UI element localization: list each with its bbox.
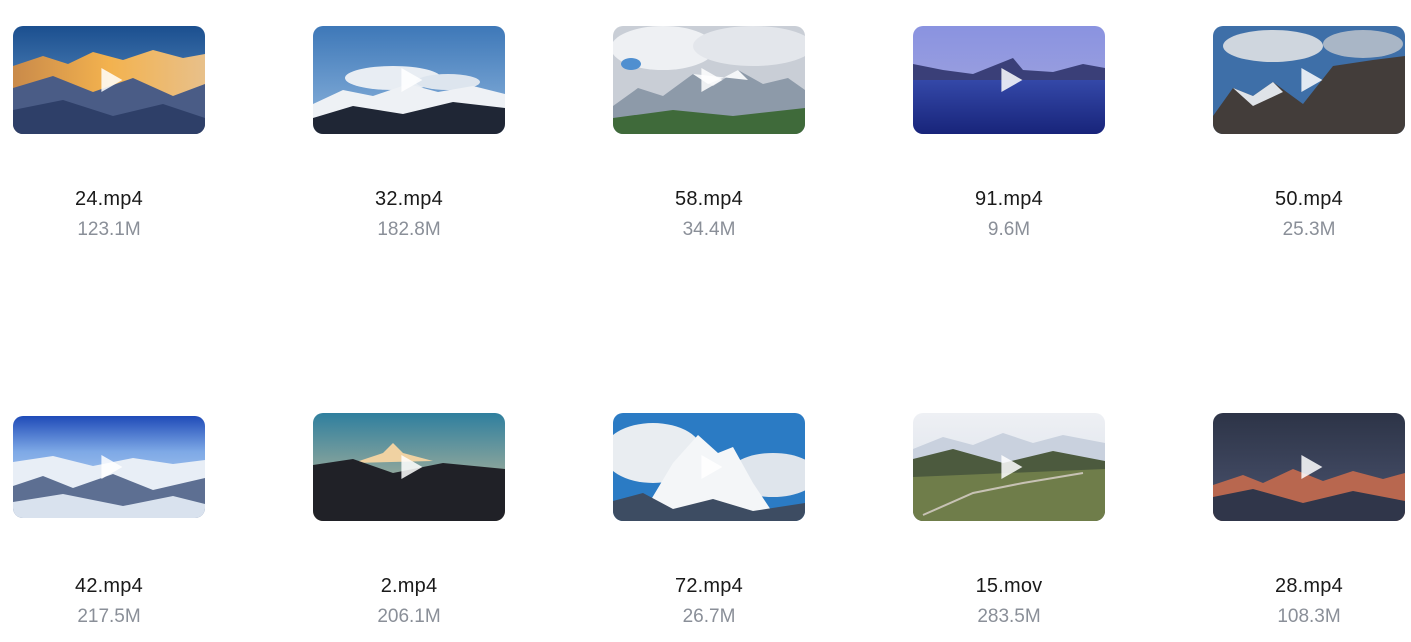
play-icon <box>1301 68 1323 92</box>
play-icon <box>101 455 123 479</box>
snowy-summit-thumbnail[interactable] <box>613 413 805 521</box>
file-name: 50.mp4 <box>1275 188 1343 210</box>
alpine-sunset-thumbnail[interactable] <box>13 26 205 134</box>
alpenglow-dusk-thumbnail[interactable] <box>1213 413 1405 521</box>
play-icon <box>401 68 423 92</box>
file-size: 123.1M <box>77 219 141 240</box>
file-size: 9.6M <box>987 219 1031 240</box>
cloudy-peaks-thumbnail[interactable] <box>613 26 805 134</box>
file-name: 42.mp4 <box>75 575 143 597</box>
file-size: 217.5M <box>77 606 141 627</box>
play-icon <box>701 68 723 92</box>
file-name: 32.mp4 <box>375 188 443 210</box>
file-size: 25.3M <box>1282 219 1336 240</box>
play-icon <box>1301 455 1323 479</box>
play-icon <box>1001 68 1023 92</box>
play-icon <box>701 455 723 479</box>
file-name: 28.mp4 <box>1275 575 1343 597</box>
distant-peak-thumbnail[interactable] <box>313 413 505 521</box>
file-name: 2.mp4 <box>380 575 438 597</box>
play-icon <box>101 68 123 92</box>
file-size: 206.1M <box>377 606 441 627</box>
file-name: 58.mp4 <box>675 188 743 210</box>
play-icon <box>1001 455 1023 479</box>
file-name: 72.mp4 <box>675 575 743 597</box>
mountain-clouds-thumbnail[interactable] <box>313 26 505 134</box>
valley-road-thumbnail[interactable] <box>913 413 1105 521</box>
file-size: 182.8M <box>377 219 441 240</box>
twilight-lake-thumbnail[interactable] <box>913 26 1105 134</box>
file-name: 15.mov <box>975 575 1043 597</box>
file-name: 91.mp4 <box>975 188 1043 210</box>
file-size: 26.7M <box>682 606 736 627</box>
play-icon <box>401 455 423 479</box>
file-size: 283.5M <box>977 606 1041 627</box>
file-size: 108.3M <box>1277 606 1341 627</box>
aerial-snow-range-thumbnail[interactable] <box>13 416 205 518</box>
file-name: 24.mp4 <box>75 188 143 210</box>
file-size: 34.4M <box>682 219 736 240</box>
dark-ridge-thumbnail[interactable] <box>1213 26 1405 134</box>
